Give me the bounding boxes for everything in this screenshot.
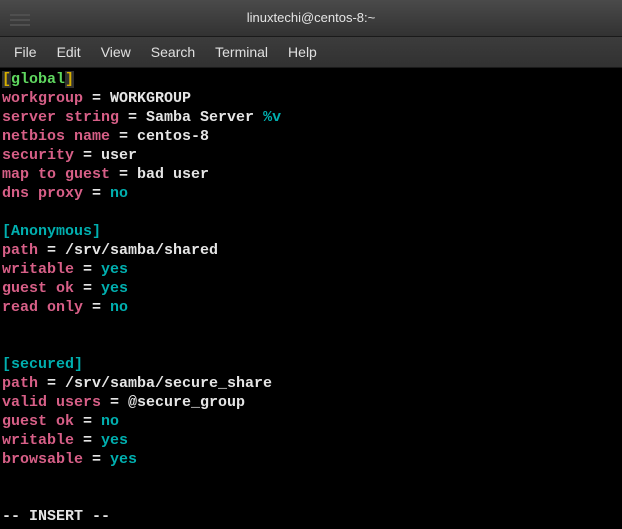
key-browsable-sec: browsable [2, 451, 83, 468]
key-workgroup: workgroup [2, 90, 83, 107]
key-dns-proxy: dns proxy [2, 185, 83, 202]
section-secured: [secured] [2, 356, 83, 373]
key-readonly-anon: read only [2, 299, 83, 316]
menu-search[interactable]: Search [141, 40, 205, 64]
val-readonly-anon: no [110, 299, 128, 316]
key-guestok-sec: guest ok [2, 413, 74, 430]
eq-guestok-sec: = [74, 413, 101, 430]
vim-mode: -- INSERT -- [2, 508, 110, 525]
eq-dns: = [83, 185, 110, 202]
key-path-sec: path [2, 375, 38, 392]
bracket-open: [ [2, 71, 11, 88]
var-v: %v [263, 109, 281, 126]
menu-file[interactable]: File [4, 40, 47, 64]
key-map-to-guest: map to guest [2, 166, 110, 183]
val-server-string: = Samba Server [119, 109, 263, 126]
key-security: security [2, 147, 74, 164]
val-dns: no [110, 185, 128, 202]
val-map-to-guest: = bad user [110, 166, 209, 183]
val-path-sec: = /srv/samba/secure_share [38, 375, 272, 392]
val-writable-anon: yes [101, 261, 128, 278]
section-global: global [11, 71, 65, 88]
eq-guestok-anon: = [74, 280, 101, 297]
val-security: = user [74, 147, 137, 164]
menu-view[interactable]: View [91, 40, 141, 64]
val-netbios: = centos-8 [110, 128, 209, 145]
window-title: linuxtechi@centos-8:~ [247, 10, 375, 25]
menu-terminal[interactable]: Terminal [205, 40, 278, 64]
editor-area[interactable]: [global] workgroup = WORKGROUP server st… [0, 68, 622, 529]
title-bar: linuxtechi@centos-8:~ [0, 0, 622, 37]
menu-help[interactable]: Help [278, 40, 327, 64]
key-writable-sec: writable [2, 432, 74, 449]
val-valid-users: = @secure_group [101, 394, 245, 411]
window-menu-icon[interactable] [10, 14, 30, 16]
val-guestok-sec: no [101, 413, 119, 430]
val-workgroup: = WORKGROUP [83, 90, 191, 107]
menu-edit[interactable]: Edit [47, 40, 91, 64]
section-anonymous: [Anonymous] [2, 223, 101, 240]
eq-browsable-sec: = [83, 451, 110, 468]
key-valid-users: valid users [2, 394, 101, 411]
key-netbios: netbios name [2, 128, 110, 145]
menu-bar: File Edit View Search Terminal Help [0, 37, 622, 68]
key-server-string: server string [2, 109, 119, 126]
eq-writable-sec: = [74, 432, 101, 449]
key-path-anon: path [2, 242, 38, 259]
val-guestok-anon: yes [101, 280, 128, 297]
eq-readonly-anon: = [83, 299, 110, 316]
val-path-anon: = /srv/samba/shared [38, 242, 218, 259]
key-guestok-anon: guest ok [2, 280, 74, 297]
bracket-close: ] [65, 71, 74, 88]
val-writable-sec: yes [101, 432, 128, 449]
eq-writable-anon: = [74, 261, 101, 278]
key-writable-anon: writable [2, 261, 74, 278]
val-browsable-sec: yes [110, 451, 137, 468]
